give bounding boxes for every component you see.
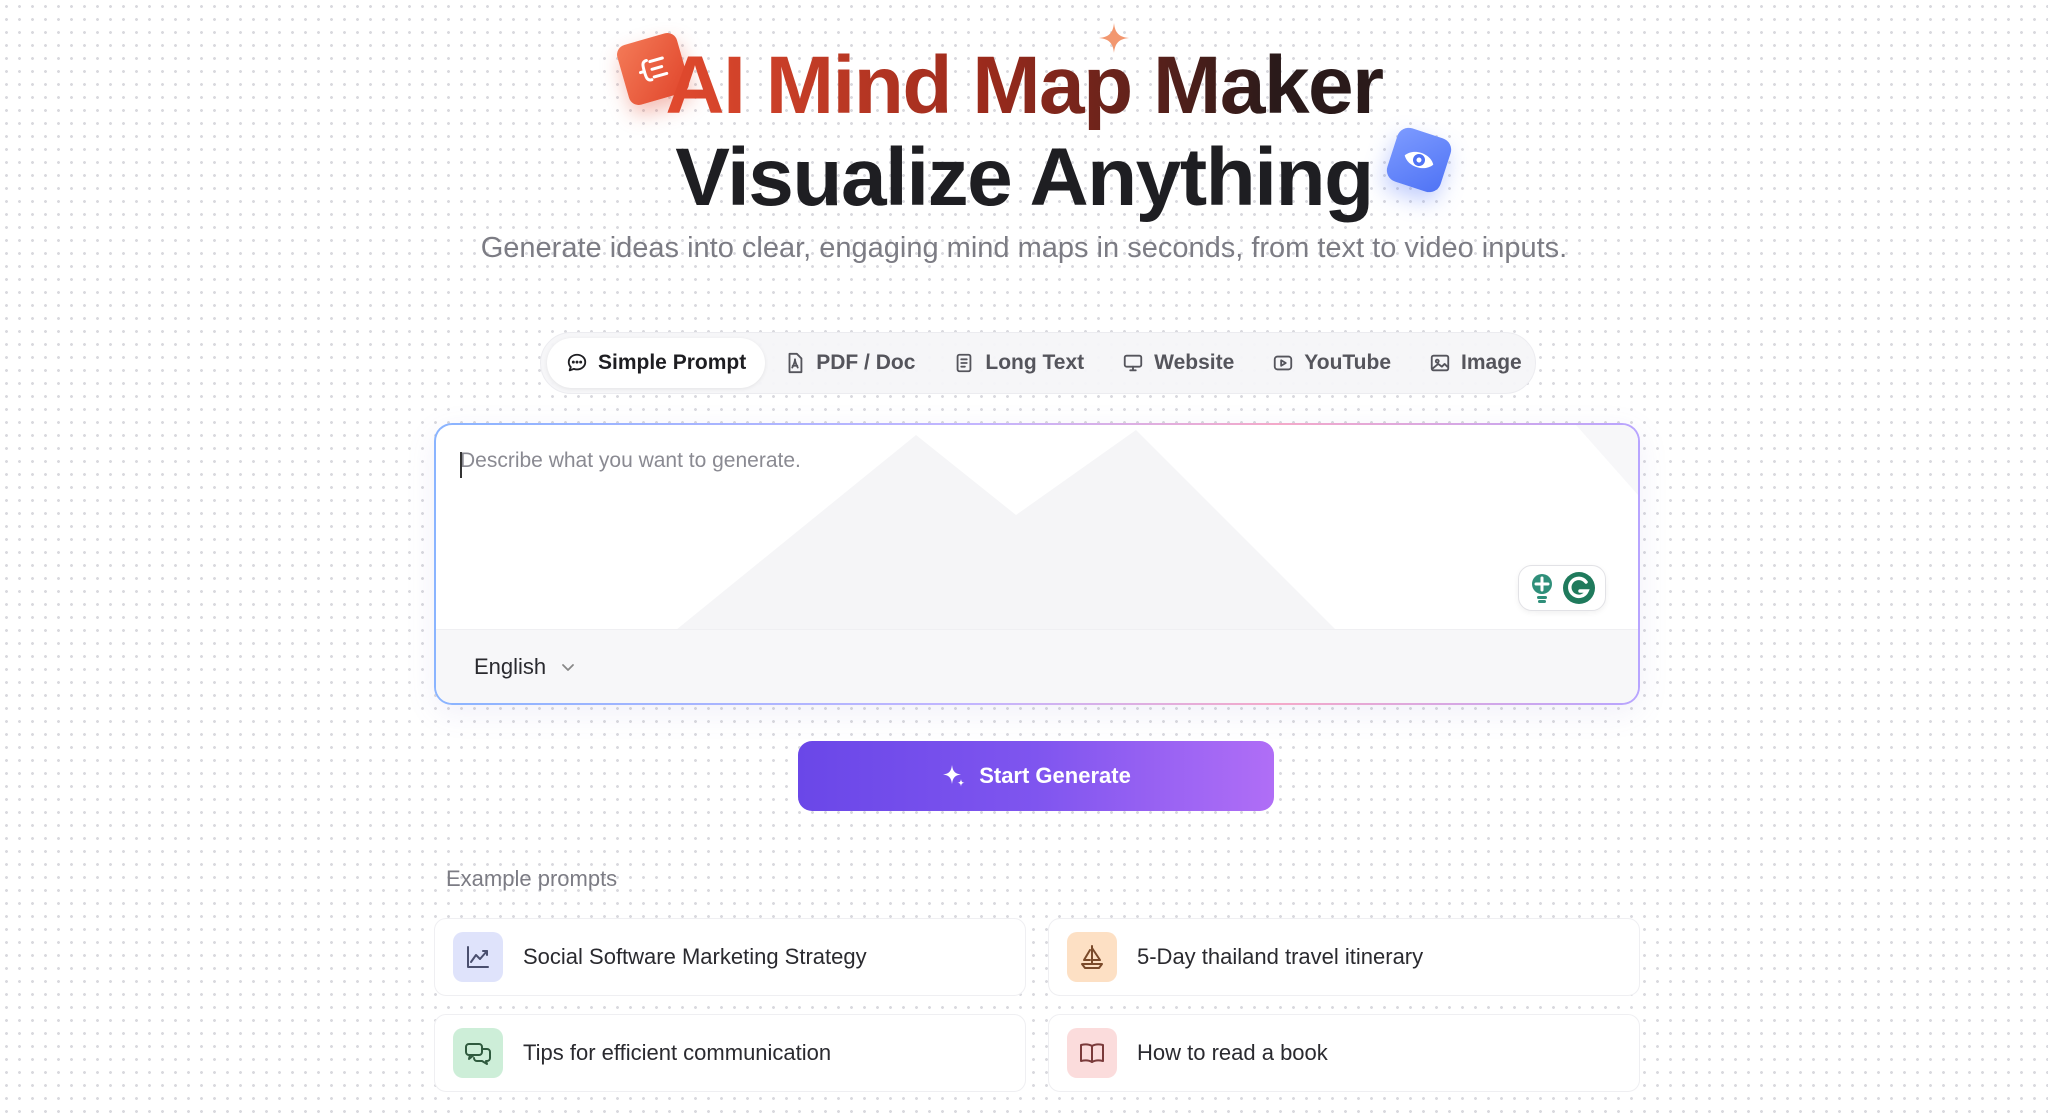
sailboat-icon (1067, 932, 1117, 982)
example-prompt-card[interactable]: How to read a book (1048, 1014, 1640, 1092)
example-prompt-text: Tips for efficient communication (523, 1040, 832, 1065)
sparkle-icon (943, 765, 965, 787)
example-prompt-card[interactable]: Social Software Marketing Strategy (434, 918, 1026, 996)
text-document-icon (957, 353, 972, 373)
tab-label: Website (1154, 351, 1235, 374)
writing-assistant-widget[interactable] (1518, 565, 1606, 611)
tab-label: YouTube (1304, 351, 1392, 374)
input-type-tabs: Simple Prompt PDF / Doc Long Text Websit… (540, 332, 1536, 394)
monitor-icon (1123, 354, 1143, 372)
tab-pdf-doc[interactable]: PDF / Doc (765, 338, 934, 388)
lightbulb-icon[interactable] (1528, 572, 1556, 604)
text-cursor (460, 452, 462, 478)
play-video-icon (1274, 355, 1293, 371)
example-prompt-text: 5-Day thailand travel itinerary (1137, 944, 1424, 969)
page-title: AI Mind Map Maker (665, 40, 1384, 131)
tab-website[interactable]: Website (1103, 338, 1253, 388)
example-prompt-text: How to read a book (1137, 1040, 1328, 1065)
page-description: Generate ideas into clear, engaging mind… (480, 232, 1568, 264)
tab-simple-prompt[interactable]: Simple Prompt (547, 338, 766, 388)
tab-label: PDF / Doc (816, 351, 916, 374)
language-select[interactable]: English (474, 654, 576, 680)
tab-label: Simple Prompt (598, 351, 747, 374)
tab-long-text[interactable]: Long Text (934, 338, 1103, 388)
tab-image[interactable]: Image (1410, 338, 1541, 388)
button-label: Start Generate (979, 763, 1131, 788)
prompt-box: English (434, 423, 1640, 705)
chat-bubbles-icon (453, 1028, 503, 1078)
tab-youtube[interactable]: YouTube (1253, 338, 1410, 388)
chat-bubble-icon (567, 353, 587, 372)
chart-trend-icon (453, 932, 503, 982)
prompt-footer: English (436, 629, 1638, 703)
page-subtitle-heading: Visualize Anything (675, 132, 1374, 223)
example-prompt-text: Social Software Marketing Strategy (523, 944, 867, 969)
image-icon (1430, 354, 1450, 372)
language-label: English (474, 653, 547, 679)
pdf-file-icon (788, 352, 803, 374)
tab-label: Long Text (985, 351, 1085, 374)
example-prompt-card[interactable]: Tips for efficient communication (434, 1014, 1026, 1092)
start-generate-button[interactable]: Start Generate (798, 741, 1274, 811)
chevron-down-icon (562, 663, 575, 671)
prompt-input[interactable] (460, 449, 1560, 599)
example-prompt-card[interactable]: 5-Day thailand travel itinerary (1048, 918, 1640, 996)
example-prompts-label: Example prompts (446, 866, 618, 891)
open-book-icon (1067, 1028, 1117, 1078)
page: AI Mind Map Maker Visualize Anything Gen… (0, 0, 2048, 1115)
tab-label: Image (1461, 351, 1522, 374)
grammarly-icon[interactable] (1562, 571, 1596, 605)
